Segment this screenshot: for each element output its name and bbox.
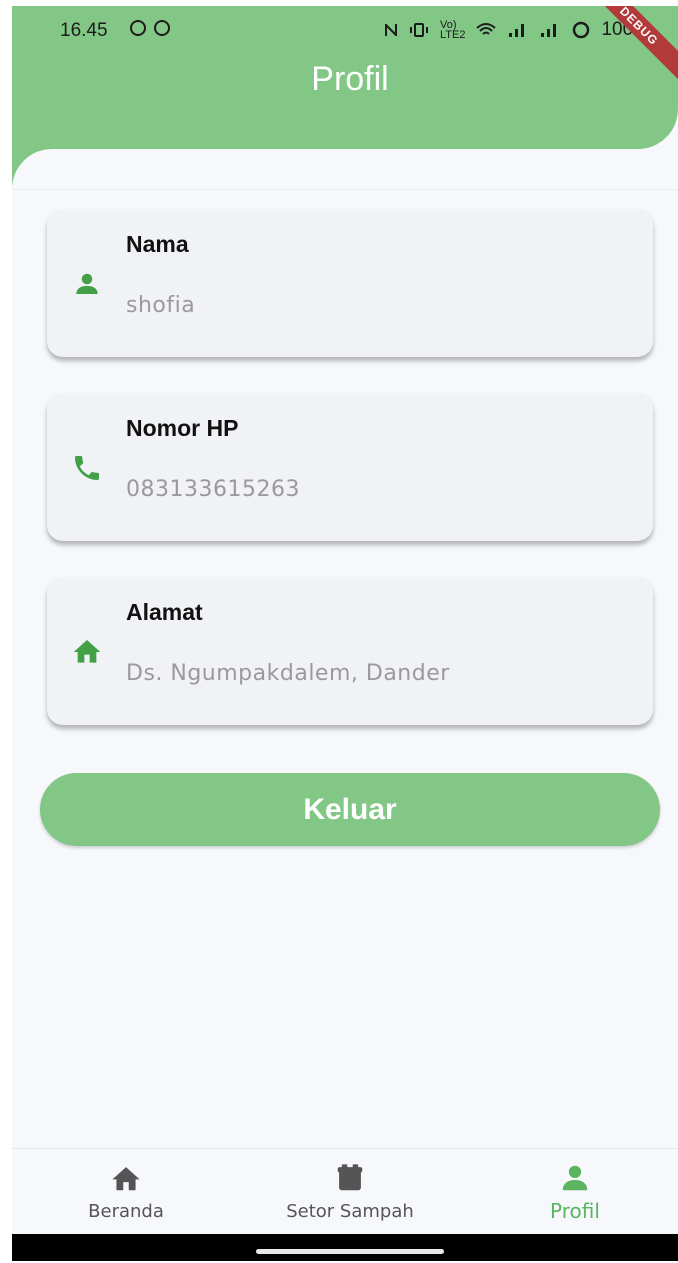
phone-icon bbox=[70, 451, 104, 485]
volte-icon: Vo) LTE2 bbox=[440, 20, 466, 41]
field-value-name: shofia bbox=[126, 293, 196, 318]
nfc-icon bbox=[385, 24, 397, 36]
nav-item-profil[interactable]: Profil bbox=[500, 1149, 650, 1235]
vibrate-icon bbox=[410, 23, 428, 37]
page-title: Profil bbox=[311, 60, 389, 98]
person-icon bbox=[558, 1163, 592, 1193]
signal-icon-2 bbox=[541, 24, 557, 37]
signal-icon-1 bbox=[509, 24, 525, 37]
field-value-address: Ds. Ngumpakdalem, Dander bbox=[126, 661, 450, 686]
field-value-phone: 083133615263 bbox=[126, 477, 300, 502]
profile-card-name: Nama shofia bbox=[47, 209, 653, 357]
app-notification-icon bbox=[154, 20, 170, 36]
home-icon bbox=[109, 1163, 143, 1193]
nav-label-setor-sampah: Setor Sampah bbox=[286, 1201, 414, 1222]
field-label-address: Alamat bbox=[126, 599, 203, 625]
notification-icons bbox=[130, 20, 170, 36]
app-screen: 16.45 Vo) LTE2 100 DEBUG Profil Nama shof… bbox=[12, 6, 678, 1261]
system-navigation-bar bbox=[12, 1234, 678, 1261]
profile-card-address: Alamat Ds. Ngumpakdalem, Dander bbox=[47, 577, 653, 725]
status-time: 16.45 bbox=[60, 20, 108, 41]
logout-button[interactable]: Keluar bbox=[40, 773, 660, 846]
home-indicator[interactable] bbox=[256, 1249, 444, 1254]
nav-item-setor-sampah[interactable]: Setor Sampah bbox=[260, 1149, 440, 1235]
volte-label-bottom: LTE2 bbox=[440, 29, 466, 41]
bottom-navigation: Beranda Setor Sampah Profil bbox=[12, 1148, 678, 1235]
nav-label-beranda: Beranda bbox=[88, 1201, 164, 1222]
status-indicators: Vo) LTE2 100 bbox=[384, 19, 633, 41]
nav-item-beranda[interactable]: Beranda bbox=[46, 1149, 206, 1235]
field-label-phone: Nomor HP bbox=[126, 415, 239, 441]
home-icon bbox=[70, 635, 104, 669]
nav-label-profil: Profil bbox=[550, 1199, 600, 1223]
data-saver-icon bbox=[573, 21, 590, 39]
status-bar: 16.45 Vo) LTE2 100 DEBUG bbox=[12, 6, 678, 87]
trash-bin-icon bbox=[333, 1163, 367, 1193]
field-label-name: Nama bbox=[126, 231, 189, 257]
profile-card-phone: Nomor HP 083133615263 bbox=[47, 393, 653, 541]
person-icon bbox=[70, 267, 104, 301]
whatsapp-icon bbox=[130, 20, 146, 36]
wifi-icon bbox=[476, 23, 497, 35]
content-top-curve bbox=[12, 149, 678, 190]
